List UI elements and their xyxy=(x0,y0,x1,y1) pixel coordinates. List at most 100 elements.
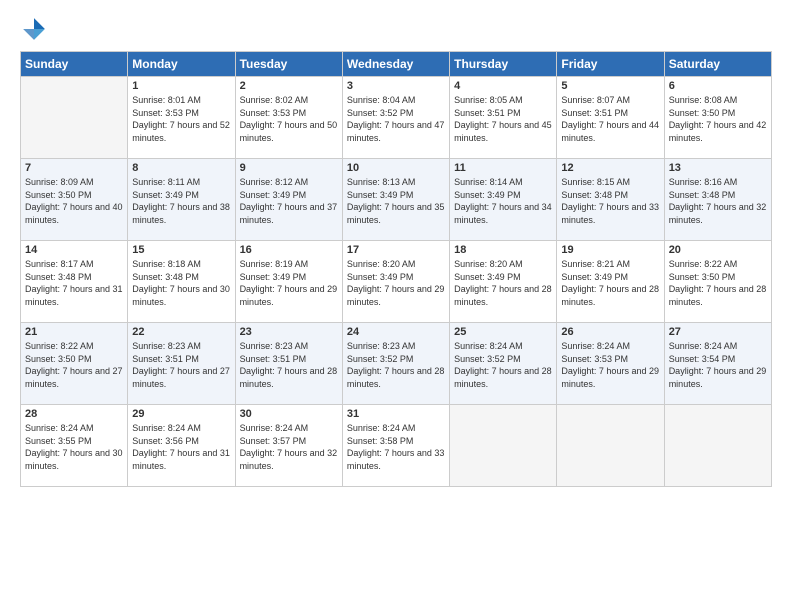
day-number: 9 xyxy=(240,162,338,174)
calendar-cell: 23 Sunrise: 8:23 AMSunset: 3:51 PMDayligh… xyxy=(235,323,342,405)
day-info: Sunrise: 8:08 AMSunset: 3:50 PMDaylight:… xyxy=(669,94,767,144)
calendar-cell: 31 Sunrise: 8:24 AMSunset: 3:58 PMDayligh… xyxy=(342,405,449,487)
calendar-cell: 8 Sunrise: 8:11 AMSunset: 3:49 PMDaylight… xyxy=(128,159,235,241)
day-info: Sunrise: 8:11 AMSunset: 3:49 PMDaylight:… xyxy=(132,176,230,226)
header-cell-saturday: Saturday xyxy=(664,52,771,77)
header-cell-monday: Monday xyxy=(128,52,235,77)
header-cell-tuesday: Tuesday xyxy=(235,52,342,77)
header-cell-friday: Friday xyxy=(557,52,664,77)
day-info: Sunrise: 8:23 AMSunset: 3:51 PMDaylight:… xyxy=(240,340,338,390)
day-number: 28 xyxy=(25,408,123,420)
day-number: 31 xyxy=(347,408,445,420)
day-info: Sunrise: 8:23 AMSunset: 3:52 PMDaylight:… xyxy=(347,340,445,390)
day-info: Sunrise: 8:02 AMSunset: 3:53 PMDaylight:… xyxy=(240,94,338,144)
calendar-cell: 14 Sunrise: 8:17 AMSunset: 3:48 PMDayligh… xyxy=(21,241,128,323)
calendar-cell: 10 Sunrise: 8:13 AMSunset: 3:49 PMDayligh… xyxy=(342,159,449,241)
week-row-5: 28 Sunrise: 8:24 AMSunset: 3:55 PMDayligh… xyxy=(21,405,772,487)
calendar-cell: 15Sunrise: 8:18 AMSunset: 3:48 PMDayligh… xyxy=(128,241,235,323)
calendar-cell: 13Sunrise: 8:16 AMSunset: 3:48 PMDayligh… xyxy=(664,159,771,241)
calendar-cell xyxy=(21,77,128,159)
calendar-cell: 24 Sunrise: 8:23 AMSunset: 3:52 PMDayligh… xyxy=(342,323,449,405)
day-number: 20 xyxy=(669,244,767,256)
day-number: 13 xyxy=(669,162,767,174)
calendar-cell: 2 Sunrise: 8:02 AMSunset: 3:53 PMDaylight… xyxy=(235,77,342,159)
day-info: Sunrise: 8:22 AMSunset: 3:50 PMDaylight:… xyxy=(669,258,767,308)
day-number: 30 xyxy=(240,408,338,420)
calendar-cell: 3 Sunrise: 8:04 AMSunset: 3:52 PMDaylight… xyxy=(342,77,449,159)
day-number: 23 xyxy=(240,326,338,338)
calendar-cell: 26 Sunrise: 8:24 AMSunset: 3:53 PMDayligh… xyxy=(557,323,664,405)
day-number: 18 xyxy=(454,244,552,256)
day-number: 27 xyxy=(669,326,767,338)
calendar-cell: 11Sunrise: 8:14 AMSunset: 3:49 PMDayligh… xyxy=(450,159,557,241)
day-number: 16 xyxy=(240,244,338,256)
calendar-cell: 1 Sunrise: 8:01 AMSunset: 3:53 PMDaylight… xyxy=(128,77,235,159)
calendar-cell: 6Sunrise: 8:08 AMSunset: 3:50 PMDaylight… xyxy=(664,77,771,159)
day-number: 10 xyxy=(347,162,445,174)
day-info: Sunrise: 8:04 AMSunset: 3:52 PMDaylight:… xyxy=(347,94,445,144)
day-info: Sunrise: 8:23 AMSunset: 3:51 PMDaylight:… xyxy=(132,340,230,390)
day-info: Sunrise: 8:24 AMSunset: 3:57 PMDaylight:… xyxy=(240,422,338,472)
day-info: Sunrise: 8:24 AMSunset: 3:53 PMDaylight:… xyxy=(561,340,659,390)
calendar-cell: 29Sunrise: 8:24 AMSunset: 3:56 PMDayligh… xyxy=(128,405,235,487)
day-info: Sunrise: 8:09 AMSunset: 3:50 PMDaylight:… xyxy=(25,176,123,226)
calendar-cell: 4 Sunrise: 8:05 AMSunset: 3:51 PMDaylight… xyxy=(450,77,557,159)
day-info: Sunrise: 8:24 AMSunset: 3:52 PMDaylight:… xyxy=(454,340,552,390)
day-info: Sunrise: 8:17 AMSunset: 3:48 PMDaylight:… xyxy=(25,258,123,308)
day-number: 2 xyxy=(240,80,338,92)
day-number: 25 xyxy=(454,326,552,338)
header xyxy=(20,15,772,43)
day-info: Sunrise: 8:01 AMSunset: 3:53 PMDaylight:… xyxy=(132,94,230,144)
calendar-cell: 27 Sunrise: 8:24 AMSunset: 3:54 PMDayligh… xyxy=(664,323,771,405)
calendar-cell: 7 Sunrise: 8:09 AMSunset: 3:50 PMDaylight… xyxy=(21,159,128,241)
day-number: 22 xyxy=(132,326,230,338)
week-row-1: 1 Sunrise: 8:01 AMSunset: 3:53 PMDaylight… xyxy=(21,77,772,159)
day-info: Sunrise: 8:05 AMSunset: 3:51 PMDaylight:… xyxy=(454,94,552,144)
day-number: 24 xyxy=(347,326,445,338)
calendar-cell: 5 Sunrise: 8:07 AMSunset: 3:51 PMDaylight… xyxy=(557,77,664,159)
day-number: 21 xyxy=(25,326,123,338)
calendar-cell: 19 Sunrise: 8:21 AMSunset: 3:49 PMDayligh… xyxy=(557,241,664,323)
logo xyxy=(20,15,52,43)
calendar-cell: 22 Sunrise: 8:23 AMSunset: 3:51 PMDayligh… xyxy=(128,323,235,405)
day-number: 11 xyxy=(454,162,552,174)
calendar-cell: 17 Sunrise: 8:20 AMSunset: 3:49 PMDayligh… xyxy=(342,241,449,323)
week-row-2: 7 Sunrise: 8:09 AMSunset: 3:50 PMDaylight… xyxy=(21,159,772,241)
day-info: Sunrise: 8:24 AMSunset: 3:55 PMDaylight:… xyxy=(25,422,123,472)
header-cell-wednesday: Wednesday xyxy=(342,52,449,77)
day-number: 4 xyxy=(454,80,552,92)
day-info: Sunrise: 8:07 AMSunset: 3:51 PMDaylight:… xyxy=(561,94,659,144)
day-info: Sunrise: 8:20 AMSunset: 3:49 PMDaylight:… xyxy=(454,258,552,308)
calendar-cell: 9 Sunrise: 8:12 AMSunset: 3:49 PMDaylight… xyxy=(235,159,342,241)
day-number: 29 xyxy=(132,408,230,420)
day-number: 12 xyxy=(561,162,659,174)
day-number: 15 xyxy=(132,244,230,256)
week-row-4: 21Sunrise: 8:22 AMSunset: 3:50 PMDayligh… xyxy=(21,323,772,405)
calendar-cell: 16Sunrise: 8:19 AMSunset: 3:49 PMDayligh… xyxy=(235,241,342,323)
calendar-cell: 12Sunrise: 8:15 AMSunset: 3:48 PMDayligh… xyxy=(557,159,664,241)
day-number: 1 xyxy=(132,80,230,92)
day-number: 3 xyxy=(347,80,445,92)
day-number: 26 xyxy=(561,326,659,338)
week-row-3: 14 Sunrise: 8:17 AMSunset: 3:48 PMDayligh… xyxy=(21,241,772,323)
header-cell-thursday: Thursday xyxy=(450,52,557,77)
day-info: Sunrise: 8:13 AMSunset: 3:49 PMDaylight:… xyxy=(347,176,445,226)
day-number: 8 xyxy=(132,162,230,174)
day-info: Sunrise: 8:12 AMSunset: 3:49 PMDaylight:… xyxy=(240,176,338,226)
calendar-cell: 25 Sunrise: 8:24 AMSunset: 3:52 PMDayligh… xyxy=(450,323,557,405)
header-row: SundayMondayTuesdayWednesdayThursdayFrid… xyxy=(21,52,772,77)
calendar-cell: 28 Sunrise: 8:24 AMSunset: 3:55 PMDayligh… xyxy=(21,405,128,487)
calendar-cell: 18 Sunrise: 8:20 AMSunset: 3:49 PMDayligh… xyxy=(450,241,557,323)
day-info: Sunrise: 8:24 AMSunset: 3:54 PMDaylight:… xyxy=(669,340,767,390)
day-number: 14 xyxy=(25,244,123,256)
page: SundayMondayTuesdayWednesdayThursdayFrid… xyxy=(0,0,792,612)
day-info: Sunrise: 8:21 AMSunset: 3:49 PMDaylight:… xyxy=(561,258,659,308)
day-number: 17 xyxy=(347,244,445,256)
calendar-table: SundayMondayTuesdayWednesdayThursdayFrid… xyxy=(20,51,772,487)
day-number: 5 xyxy=(561,80,659,92)
calendar-cell xyxy=(450,405,557,487)
day-number: 7 xyxy=(25,162,123,174)
day-number: 19 xyxy=(561,244,659,256)
day-info: Sunrise: 8:20 AMSunset: 3:49 PMDaylight:… xyxy=(347,258,445,308)
day-info: Sunrise: 8:24 AMSunset: 3:58 PMDaylight:… xyxy=(347,422,445,472)
